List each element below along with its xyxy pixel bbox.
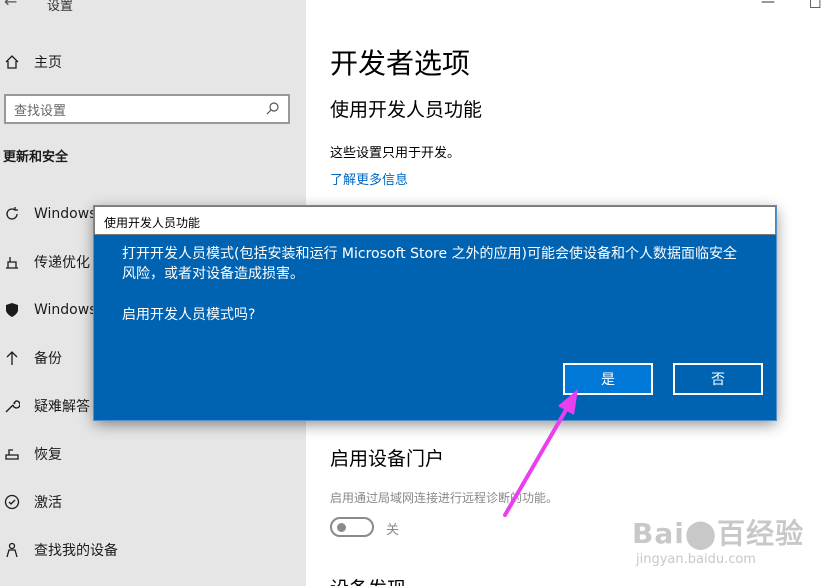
watermark: Bai⬤百经验 jingyan.baidu.com [632,512,822,582]
toggle-state-label: 关 [386,523,400,538]
sidebar-item-activation[interactable]: 激活 [0,490,62,514]
wrench-icon [2,396,22,416]
device-portal-heading: 启用设备门户 [330,448,445,470]
watermark-logo: Bai⬤百经验 [632,517,805,550]
search-input[interactable]: 查找设置 [4,94,290,124]
annotation-arrow-icon [503,389,578,517]
sidebar-item-label: 主页 [34,55,62,71]
sidebar-item-label: 备份 [34,351,62,367]
developer-mode-dialog: 使用开发人员功能 打开开发人员模式(包括安装和运行 Microsoft Stor… [94,206,776,420]
sidebar-section-title: 更新和安全 [3,150,69,165]
shield-icon [2,300,22,320]
sidebar-item-find-my-device[interactable]: 查找我的设备 [0,538,118,562]
learn-more-link[interactable]: 了解更多信息 [330,169,408,188]
minimize-icon[interactable]: — [761,0,775,10]
device-discovery-heading: 设备发现 [330,574,406,586]
home-icon [2,52,22,72]
maximize-icon[interactable]: ☐ [809,0,822,12]
sidebar-item-label: 疑难解答 [34,399,90,415]
delivery-icon [2,252,22,272]
dialog-message: 打开开发人员模式(包括安装和运行 Microsoft Store 之外的应用)可… [122,246,737,282]
recovery-icon [2,444,22,464]
back-arrow-icon[interactable]: ← [4,0,17,11]
dialog-title: 使用开发人员功能 [94,206,776,235]
page-title: 开发者选项 [330,47,471,80]
sidebar-item-troubleshoot[interactable]: 疑难解答 [0,394,90,418]
section-heading: 使用开发人员功能 [330,99,483,121]
sidebar-item-delivery-optimization[interactable]: 传递优化 [0,250,90,274]
section-description: 这些设置只用于开发。 [330,146,461,161]
sidebar-item-label: 传递优化 [34,255,90,271]
sidebar-item-recovery[interactable]: 恢复 [0,442,62,466]
sidebar-item-label: 查找我的设备 [34,543,118,559]
toggle-knob [337,523,346,532]
window-title: 设置 [47,0,74,14]
sidebar-item-windows-update[interactable]: Windows [0,202,97,226]
check-circle-icon [2,492,22,512]
refresh-icon [2,204,22,224]
person-icon [2,540,22,560]
device-portal-toggle[interactable] [330,517,374,537]
sidebar-item-label: 恢复 [34,447,62,463]
title-bar: ← 设置 [0,0,306,18]
sidebar-item-label: Windows [34,206,97,222]
dialog-question: 启用开发人员模式吗? [122,307,256,323]
search-placeholder: 查找设置 [14,103,67,119]
sidebar-item-label: Windows [34,302,97,318]
sidebar-item-home[interactable]: 主页 [0,50,62,74]
sidebar-item-backup[interactable]: 备份 [0,346,62,370]
watermark-url: jingyan.baidu.com [636,552,756,567]
sidebar-item-label: 激活 [34,495,62,511]
search-icon[interactable] [266,101,280,119]
upload-arrow-icon [2,348,22,368]
no-button[interactable]: 否 [673,363,763,395]
sidebar-item-windows-security[interactable]: Windows [0,298,97,322]
